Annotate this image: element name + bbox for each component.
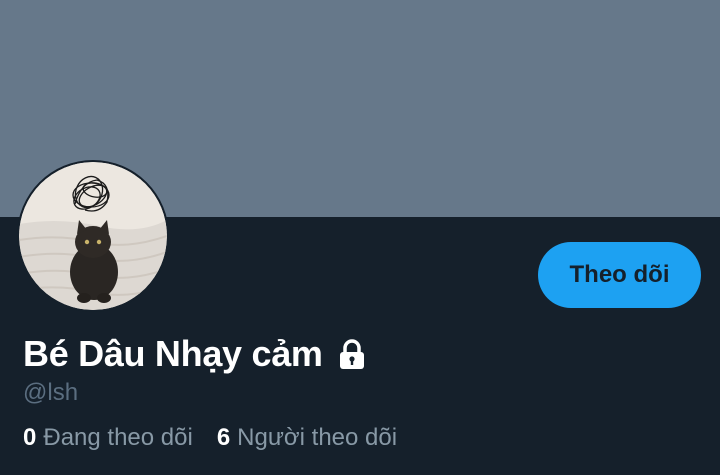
follow-button[interactable]: Theo dõi xyxy=(538,242,701,308)
profile-page: Theo dõi Bé Dâu Nhạy cảm @lsh 0 Đang the… xyxy=(0,0,720,475)
following-count: 0 xyxy=(23,424,37,451)
name-row: Bé Dâu Nhạy cảm xyxy=(23,333,367,375)
lock-icon xyxy=(337,338,367,370)
display-name: Bé Dâu Nhạy cảm xyxy=(23,333,323,374)
avatar-image xyxy=(19,162,167,310)
followers-label: Người theo dõi xyxy=(237,424,398,451)
user-handle: @lsh xyxy=(23,379,79,406)
profile-stats: 0 Đang theo dõi 6 Người theo dõi xyxy=(23,424,421,452)
followers-stat[interactable]: 6 Người theo dõi xyxy=(217,424,397,452)
following-label: Đang theo dõi xyxy=(43,424,193,451)
following-stat[interactable]: 0 Đang theo dõi xyxy=(23,424,193,452)
avatar[interactable] xyxy=(17,160,169,312)
followers-count: 6 xyxy=(216,424,231,451)
